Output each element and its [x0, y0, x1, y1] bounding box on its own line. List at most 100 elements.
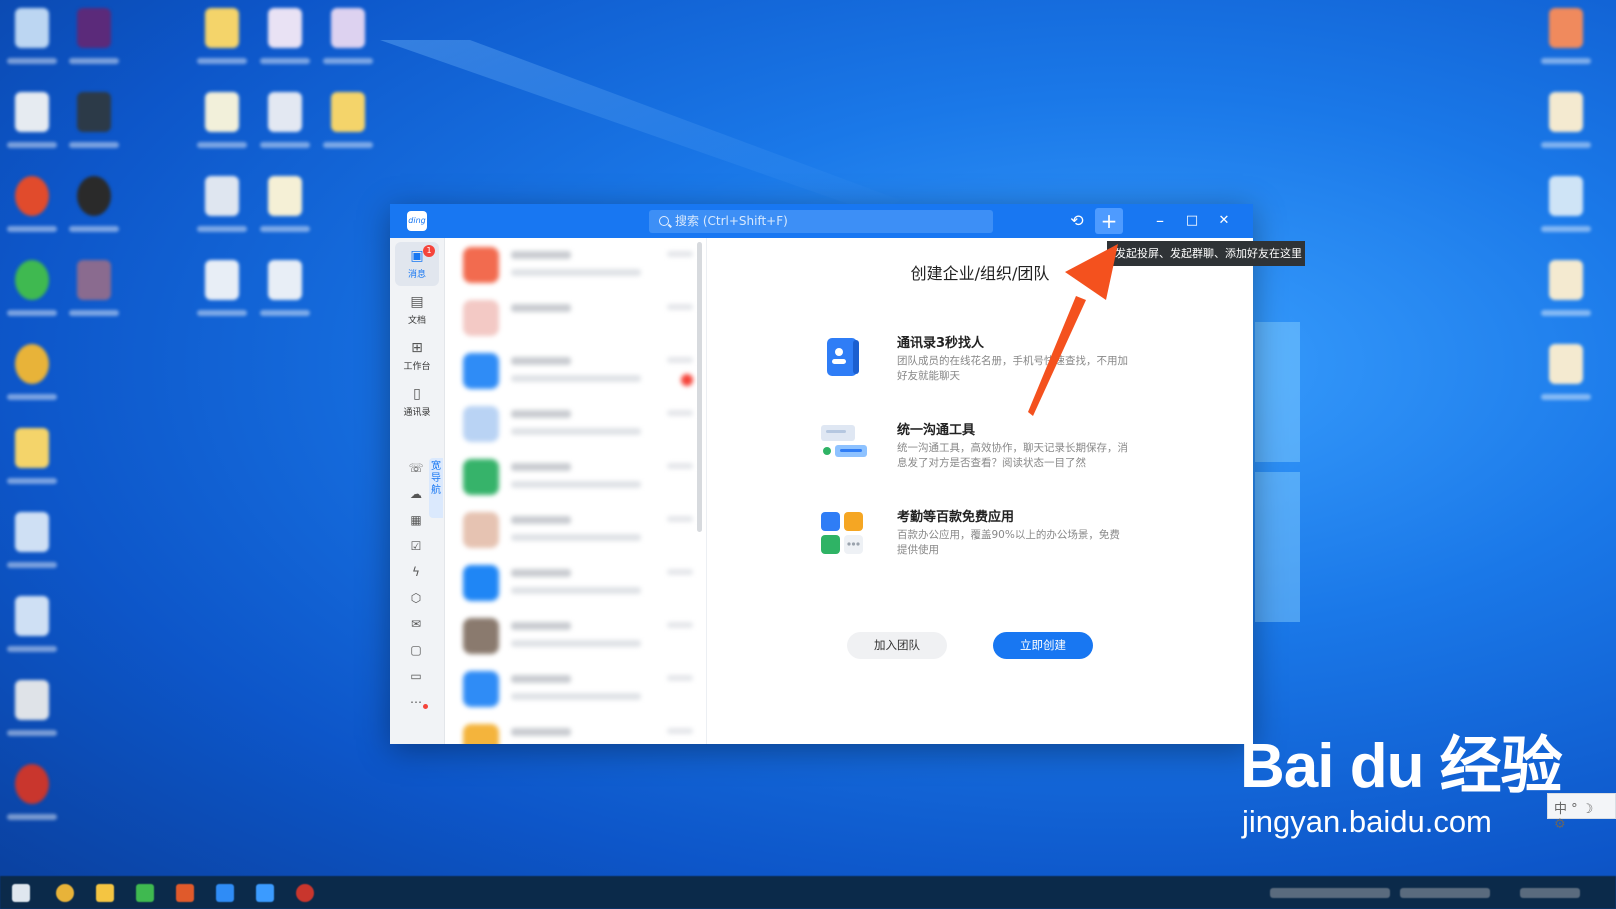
unread-badge: 1: [423, 245, 435, 257]
nav-item-workbench[interactable]: ⊞ 工作台: [395, 334, 439, 378]
mail-icon[interactable]: ✉: [408, 616, 424, 632]
contacts-icon: ▯: [413, 386, 421, 402]
feature-communication: 统一沟通工具 统一沟通工具，高效协作，聊天记录长期保存，消息发了对方是否查看？阅…: [817, 419, 1217, 479]
desktop-icon[interactable]: [64, 260, 124, 332]
maximize-button[interactable]: □: [1178, 208, 1206, 234]
taskbar-app-icon[interactable]: [56, 884, 74, 902]
tray-icons[interactable]: [1400, 888, 1490, 898]
desktop-icon[interactable]: [2, 764, 62, 836]
list-item[interactable]: [445, 503, 706, 556]
list-item[interactable]: [445, 715, 706, 744]
ime-toolbar[interactable]: 中 ° ☽ ⚙: [1547, 793, 1616, 832]
chat-bubbles-icon: [821, 425, 867, 457]
desktop-icon[interactable]: [255, 176, 315, 248]
taskbar-app-icon[interactable]: [96, 884, 114, 902]
desktop-icon[interactable]: [192, 260, 252, 332]
list-item[interactable]: [445, 344, 706, 397]
desktop-icon[interactable]: [64, 176, 124, 248]
desktop-icon[interactable]: [192, 176, 252, 248]
more-icon[interactable]: ⋯: [408, 694, 424, 710]
history-icon[interactable]: ⟲: [1063, 208, 1091, 234]
desktop-icon[interactable]: [1536, 176, 1596, 248]
folder-icon[interactable]: ▭: [408, 668, 424, 684]
list-item[interactable]: [445, 556, 706, 609]
feature-desc: 团队成员的在线花名册，手机号快速查找，不用加好友就能聊天: [897, 355, 1128, 382]
feature-desc: 统一沟通工具，高效协作，聊天记录长期保存，消息发了对方是否查看？阅读状态一目了然: [897, 442, 1128, 469]
watermark-url: jingyan.baidu.com: [1242, 804, 1492, 839]
nav-item-messages[interactable]: ▣ 消息 1: [395, 242, 439, 286]
desktop-icon[interactable]: [192, 8, 252, 80]
feature-desc: 百款办公应用，覆盖90%以上的办公场景，免费提供使用: [897, 529, 1120, 556]
start-icon[interactable]: [12, 884, 30, 902]
desktop-icon[interactable]: [1536, 92, 1596, 164]
taskbar-app-icon[interactable]: [256, 884, 274, 902]
nav-label: 消息: [407, 270, 426, 280]
chat-list: [445, 238, 707, 744]
search-input[interactable]: 搜索 (Ctrl+Shift+F): [649, 210, 993, 233]
list-item[interactable]: [445, 609, 706, 662]
minimize-button[interactable]: –: [1146, 208, 1174, 234]
create-now-button[interactable]: 立即创建: [993, 632, 1093, 659]
windows-logo-icon: [1255, 322, 1300, 622]
taskbar-app-icon[interactable]: [176, 884, 194, 902]
clock[interactable]: [1520, 888, 1580, 898]
desktop-icon[interactable]: [318, 92, 378, 164]
notes-icon[interactable]: ▢: [408, 642, 424, 658]
desktop-icon[interactable]: [318, 8, 378, 80]
app-window: ding 搜索 (Ctrl+Shift+F) ⟲ + – □ ✕ ▣ 消息 1 …: [390, 204, 1253, 744]
desktop-icon[interactable]: [2, 596, 62, 668]
desktop-icon[interactable]: [2, 8, 62, 80]
title-bar: ding 搜索 (Ctrl+Shift+F) ⟲ + – □ ✕: [390, 204, 1253, 238]
desktop-icon[interactable]: [64, 8, 124, 80]
desktop-icon[interactable]: [64, 92, 124, 164]
feature-title: 通讯录3秒找人: [897, 336, 985, 351]
todo-icon[interactable]: ☑: [408, 538, 424, 554]
plus-button[interactable]: +: [1095, 208, 1123, 234]
wide-nav-toggle[interactable]: 宽导航: [429, 458, 443, 518]
desktop-icon[interactable]: [255, 260, 315, 332]
list-item[interactable]: [445, 238, 706, 291]
feature-contacts: 通讯录3秒找人 团队成员的在线花名册，手机号快速查找，不用加好友就能聊天: [817, 332, 1217, 392]
cube-icon[interactable]: ⬡: [408, 590, 424, 606]
join-team-button[interactable]: 加入团队: [847, 632, 947, 659]
sidebar-nav: ▣ 消息 1 ▤ 文档 ⊞ 工作台 ▯ 通讯录 ☏ ☁ ▦ ☑ ϟ ⬡ ✉ ▢ …: [390, 238, 445, 744]
cloud-icon[interactable]: ☁: [408, 486, 424, 502]
plus-tooltip: 发起投屏、发起群聊、添加好友在这里: [1107, 241, 1305, 266]
phone-icon[interactable]: ☏: [408, 460, 424, 476]
desktop-icon[interactable]: [2, 344, 62, 416]
lightning-icon[interactable]: ϟ: [408, 564, 424, 580]
desktop-icon[interactable]: [192, 92, 252, 164]
feature-apps: 考勤等百款免费应用 百款办公应用，覆盖90%以上的办公场景，免费提供使用: [817, 506, 1217, 566]
desktop-icon[interactable]: [2, 512, 62, 584]
list-item[interactable]: [445, 450, 706, 503]
desktop-icon[interactable]: [1536, 260, 1596, 332]
chat-list-scrollbar[interactable]: [697, 242, 702, 532]
nav-item-contacts[interactable]: ▯ 通讯录: [395, 380, 439, 424]
create-team-panel: 创建企业/组织/团队 通讯录3秒找人 团队成员的在线花名册，手机号快速查找，不用…: [707, 238, 1253, 744]
app-logo-icon: ding: [407, 211, 427, 231]
desktop-icon[interactable]: [2, 428, 62, 500]
desktop-icon[interactable]: [2, 680, 62, 752]
taskbar-app-icon[interactable]: [136, 884, 154, 902]
desktop-icon[interactable]: [2, 176, 62, 248]
nav-label: 通讯录: [403, 408, 431, 418]
taskbar-app-icon[interactable]: [296, 884, 314, 902]
grid-icon: ⊞: [411, 340, 423, 356]
taskbar-app-icon[interactable]: [216, 884, 234, 902]
calendar-icon[interactable]: ▦: [408, 512, 424, 528]
desktop-icon[interactable]: [255, 8, 315, 80]
system-tray[interactable]: [1270, 888, 1390, 898]
contacts-book-icon: [827, 338, 859, 376]
desktop-icon[interactable]: [2, 260, 62, 332]
close-button[interactable]: ✕: [1210, 208, 1238, 234]
nav-label: 工作台: [403, 362, 431, 372]
desktop-icon[interactable]: [1536, 8, 1596, 80]
desktop-icon[interactable]: [255, 92, 315, 164]
list-item[interactable]: [445, 662, 706, 715]
feature-title: 考勤等百款免费应用: [897, 510, 1015, 525]
desktop-icon[interactable]: [1536, 344, 1596, 416]
list-item[interactable]: [445, 291, 706, 344]
nav-item-docs[interactable]: ▤ 文档: [395, 288, 439, 332]
desktop-icon[interactable]: [2, 92, 62, 164]
list-item[interactable]: [445, 397, 706, 450]
